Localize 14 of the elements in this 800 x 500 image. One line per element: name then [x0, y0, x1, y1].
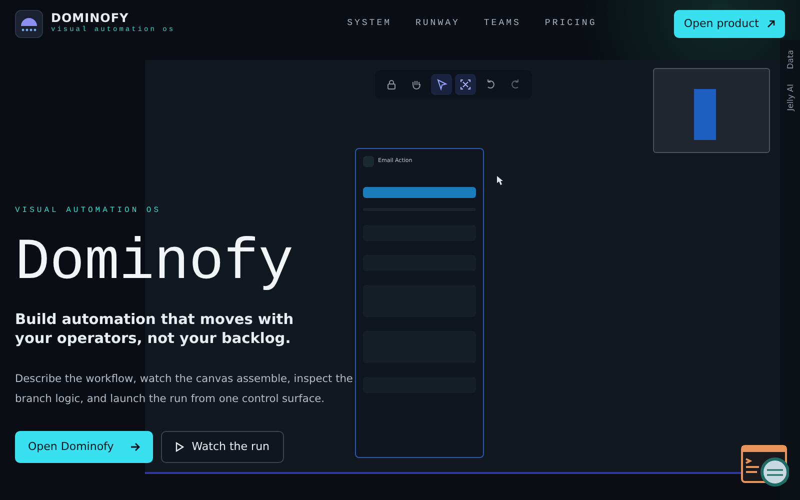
side-tab[interactable]: Data — [785, 50, 797, 70]
hero-subtitle: Build automation that moves with your operators, not your backlog. — [15, 311, 295, 349]
hero-description: Describe the workflow, watch the canvas assemble, inspect the branch logic, and launch the run from one control surface. — [15, 372, 354, 407]
nav-link[interactable]: SYSTEM — [347, 17, 392, 31]
eyebrow-text: VISUAL AUTOMATION OS — [15, 205, 162, 217]
nav-link[interactable]: TEAMS — [484, 17, 521, 31]
open-dominofy-button[interactable]: Open Dominofy — [15, 430, 153, 464]
brand-name: DOMINOFY — [51, 12, 130, 26]
hero-title: Dominofy — [15, 235, 294, 293]
nav-link[interactable]: PRICING — [544, 17, 597, 31]
open-product-button[interactable]: Open product — [674, 10, 785, 38]
nav-link[interactable]: RUNWAY — [416, 17, 460, 31]
watch-run-button[interactable]: Watch the run — [160, 430, 284, 464]
side-tab[interactable]: Jelly AI — [785, 84, 797, 111]
